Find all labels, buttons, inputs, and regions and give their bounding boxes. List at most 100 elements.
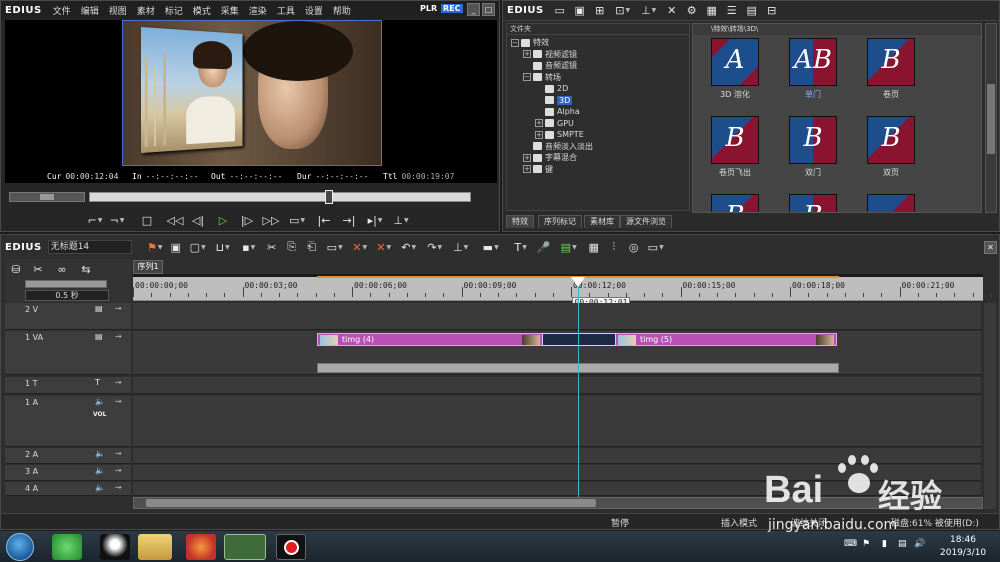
set-out-button[interactable]: ¬ ▼ — [105, 211, 129, 229]
rewind-button[interactable]: ◁◁ — [165, 211, 185, 229]
tray-keyboard-icon[interactable]: ⌨ — [844, 539, 857, 549]
effects-tab-0[interactable]: 特效 — [506, 215, 534, 228]
explorer-icon[interactable] — [138, 534, 172, 560]
save-icon[interactable]: ▪ ▼ — [236, 238, 262, 256]
tray-battery-icon[interactable]: ▮ — [882, 539, 887, 549]
track-lane[interactable] — [133, 448, 981, 464]
transition-icon[interactable]: ▬ ▼ — [474, 238, 508, 256]
plr-indicator[interactable]: PLR — [420, 4, 437, 13]
set-in-button[interactable]: ⌐ ▼ — [85, 211, 105, 229]
play-button[interactable]: ▷ — [211, 211, 235, 229]
tree-item-7[interactable]: + GPU — [511, 118, 689, 130]
menu-item-3[interactable]: 素材 — [132, 4, 160, 17]
link-icon[interactable]: ▭ ▼ — [322, 238, 348, 256]
effects-scrollbar[interactable] — [985, 23, 997, 213]
effects-tab-3[interactable]: 源文件浏览 — [620, 215, 672, 228]
track-sync-icon[interactable]: ⇝ — [115, 466, 122, 475]
stop-button[interactable]: □ — [129, 211, 165, 229]
track-lane[interactable] — [133, 303, 981, 330]
ripple-delete-icon[interactable]: ✕ ▼ — [372, 238, 396, 256]
track-lane[interactable] — [133, 377, 981, 394]
cut-icon[interactable]: ✂ — [262, 238, 282, 256]
track-header[interactable]: 2 A 🔈 ⇝ — [5, 448, 131, 464]
track-sync-icon[interactable]: ⇝ — [115, 378, 122, 387]
track-type-icon[interactable]: 🔈 — [95, 483, 105, 492]
recorder-icon[interactable] — [276, 534, 306, 560]
scrub-handle[interactable] — [325, 190, 334, 204]
tree-item-9[interactable]: 音频淡入淡出 — [511, 141, 689, 153]
qq-icon[interactable] — [100, 534, 130, 560]
multicam-icon[interactable]: ▦ — [584, 238, 604, 256]
link-toggle-icon[interactable]: ∞ — [53, 260, 71, 278]
split-button[interactable]: ▸| ▼ — [361, 211, 389, 229]
timeline-hscrollbar[interactable] — [133, 497, 983, 509]
overwrite-button[interactable]: →| — [337, 211, 361, 229]
list-icon[interactable]: ☰ — [722, 2, 742, 20]
timescale-value[interactable]: 0.5 秒 — [55, 291, 78, 300]
rec-indicator[interactable]: REC — [441, 4, 463, 13]
tray-network-icon[interactable]: ▤ — [898, 539, 907, 549]
mode-icon[interactable]: ⚑ ▼ — [144, 238, 166, 256]
effect-thumbnail[interactable]: B — [711, 194, 759, 212]
track-sync-icon[interactable]: ⇝ — [115, 483, 122, 492]
tree-item-8[interactable]: + SMPTE — [511, 129, 689, 141]
add-cut-icon[interactable]: ⊥ ▼ — [448, 238, 474, 256]
track-sync-icon[interactable]: ⇝ — [115, 449, 122, 458]
sync-icon[interactable]: ⇆ — [77, 260, 95, 278]
tree-item-6[interactable]: Alpha — [511, 106, 689, 118]
browser360-icon[interactable] — [52, 534, 82, 560]
microphone-icon[interactable]: 🎤 — [534, 238, 554, 256]
track-type-icon[interactable]: T — [95, 378, 100, 387]
clock-date[interactable]: 2019/3/10 — [940, 548, 986, 558]
track-lane[interactable] — [133, 465, 981, 481]
menu-item-7[interactable]: 渲染 — [244, 4, 272, 17]
minimize-button[interactable]: _ — [467, 3, 480, 16]
effect-thumbnail[interactable]: AB — [789, 38, 837, 86]
expand-icon[interactable]: − — [511, 38, 519, 47]
new-sequence-icon[interactable]: ▢ ▼ — [186, 238, 210, 256]
expand-icon[interactable]: + — [523, 165, 531, 174]
effect-thumbnail[interactable]: B — [867, 116, 915, 164]
snap-icon[interactable]: ⛁ — [7, 260, 25, 278]
track-type-icon[interactable]: ▤ — [95, 304, 103, 313]
effect-thumbnail[interactable] — [867, 194, 915, 212]
sequence-tab[interactable]: 序列1 — [133, 260, 163, 274]
expand-icon[interactable]: + — [535, 119, 543, 128]
clock-time[interactable]: 18:46 — [950, 535, 976, 545]
menu-item-0[interactable]: 文件 — [48, 4, 76, 17]
razor-icon[interactable]: ✂ — [29, 260, 47, 278]
render-icon[interactable]: ▤ ▼ — [554, 238, 584, 256]
tree-item-10[interactable]: + 字幕混合 — [511, 152, 689, 164]
track-type-icon[interactable]: ▤ — [95, 332, 103, 341]
timeline-close-button[interactable]: ✕ — [984, 241, 997, 254]
properties-icon[interactable]: ⚙ — [682, 2, 702, 20]
zoom-slider[interactable] — [25, 280, 107, 288]
expand-icon[interactable]: + — [523, 153, 531, 162]
tree-item-5[interactable]: 3D — [511, 95, 689, 107]
menu-item-4[interactable]: 标记 — [160, 4, 188, 17]
undo-icon[interactable]: ↶ ▼ — [396, 238, 422, 256]
tree-toggle-icon[interactable]: ⊞ — [590, 2, 610, 20]
tree-item-11[interactable]: + 键 — [511, 164, 689, 176]
layout-menu-icon[interactable]: ▭ ▼ — [644, 238, 668, 256]
delete-clip-icon[interactable]: ✕ ▼ — [348, 238, 372, 256]
menu-item-5[interactable]: 模式 — [188, 4, 216, 17]
effect-thumbnail[interactable]: B — [789, 194, 837, 212]
copy-icon[interactable]: ⎘ — [282, 238, 302, 256]
track-sync-icon[interactable]: ⇝ — [115, 397, 122, 406]
export-button[interactable]: ⊥ ▼ — [389, 211, 413, 229]
move-icon[interactable]: ⊡ ▼ — [610, 2, 636, 20]
tree-item-3[interactable]: − 转场 — [511, 72, 689, 84]
view-icon[interactable]: ▦ — [702, 2, 722, 20]
expand-icon[interactable]: + — [535, 130, 543, 139]
menu-item-8[interactable]: 工具 — [272, 4, 300, 17]
new-folder-icon[interactable]: ▣ — [570, 2, 590, 20]
menu-item-10[interactable]: 帮助 — [328, 4, 356, 17]
insert-button[interactable]: |← — [311, 211, 337, 229]
effect-thumbnail[interactable]: B — [789, 116, 837, 164]
tree-item-0[interactable]: − 特效 — [511, 37, 689, 49]
video-clip[interactable]: timg (4) — [317, 333, 543, 346]
track-sync-icon[interactable]: ⇝ — [115, 332, 122, 341]
maximize-button[interactable]: □ — [482, 3, 495, 16]
menu-item-6[interactable]: 采集 — [216, 4, 244, 17]
